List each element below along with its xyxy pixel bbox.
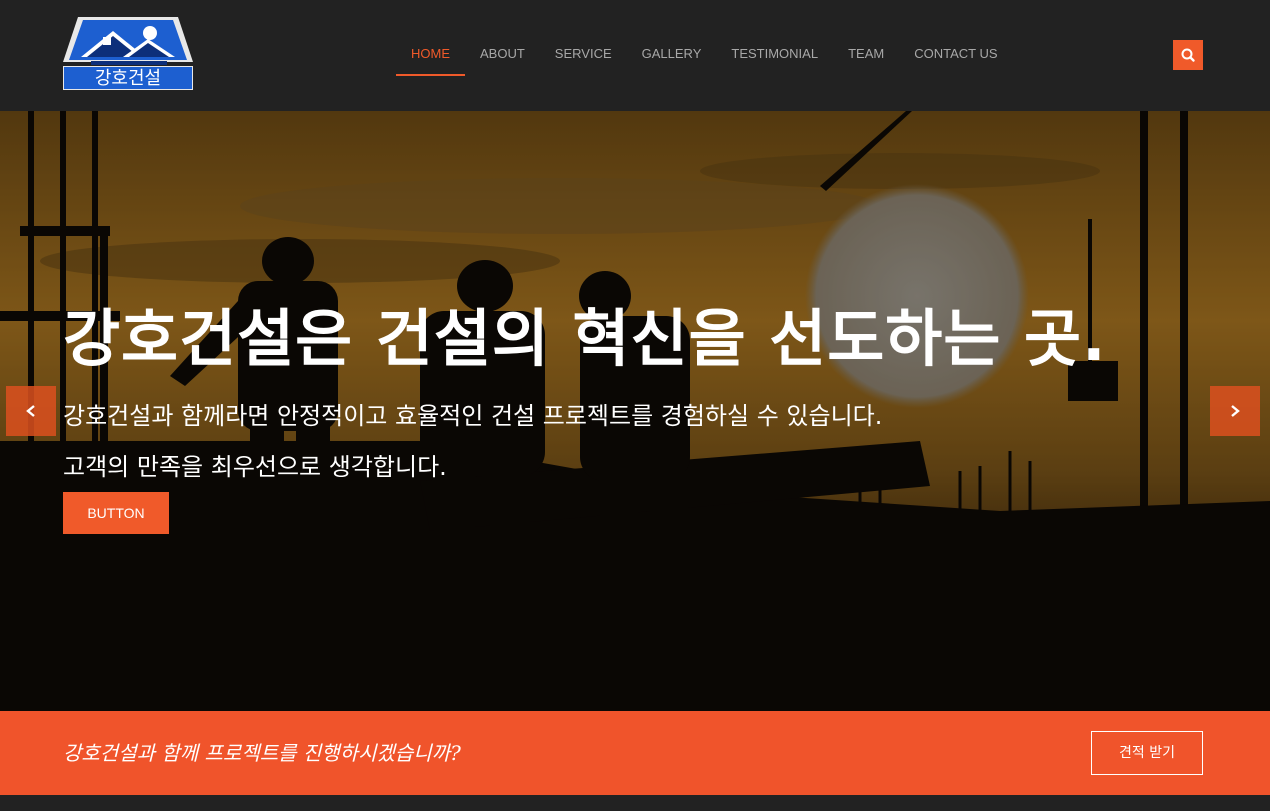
cta-bar: 강호건설과 함께 프로젝트를 진행하시겠습니까? 견적 받기: [0, 711, 1270, 795]
slider-next-button[interactable]: [1210, 386, 1260, 436]
nav-gallery[interactable]: GALLERY: [627, 34, 717, 76]
cta-text: 강호건설과 함께 프로젝트를 진행하시겠습니까?: [63, 741, 461, 765]
hero-title: 강호건설은 건설의 혁신을 선도하는 곳.: [63, 302, 1107, 375]
hero-subtitle-1: 강호건설과 함께라면 안정적이고 효율적인 건설 프로젝트를 경험하실 수 있습…: [63, 402, 883, 430]
nav-about[interactable]: ABOUT: [465, 34, 540, 76]
hero-slider: 강호건설은 건설의 혁신을 선도하는 곳. 강호건설과 함께라면 안정적이고 효…: [0, 111, 1270, 711]
hero-button[interactable]: BUTTON: [63, 492, 169, 534]
nav-contact-us[interactable]: CONTACT US: [899, 34, 1012, 76]
main-nav: HOME ABOUT SERVICE GALLERY TESTIMONIAL T…: [396, 34, 1013, 76]
search-button[interactable]: [1173, 40, 1203, 70]
hero-subtitle-2: 고객의 만족을 최우선으로 생각합니다.: [63, 453, 447, 481]
get-quote-button[interactable]: 견적 받기: [1091, 731, 1203, 775]
logo-text: 강호건설: [63, 66, 193, 90]
search-icon: [1181, 48, 1195, 62]
site-header: 강호건설 HOME ABOUT SERVICE GALLERY TESTIMON…: [0, 0, 1270, 111]
nav-service[interactable]: SERVICE: [540, 34, 627, 76]
nav-home[interactable]: HOME: [396, 34, 465, 76]
chevron-right-icon: [1231, 405, 1240, 417]
bottom-strip: [0, 795, 1270, 811]
nav-testimonial[interactable]: TESTIMONIAL: [716, 34, 833, 76]
chevron-left-icon: [26, 405, 35, 417]
nav-team[interactable]: TEAM: [833, 34, 899, 76]
slider-prev-button[interactable]: [6, 386, 56, 436]
